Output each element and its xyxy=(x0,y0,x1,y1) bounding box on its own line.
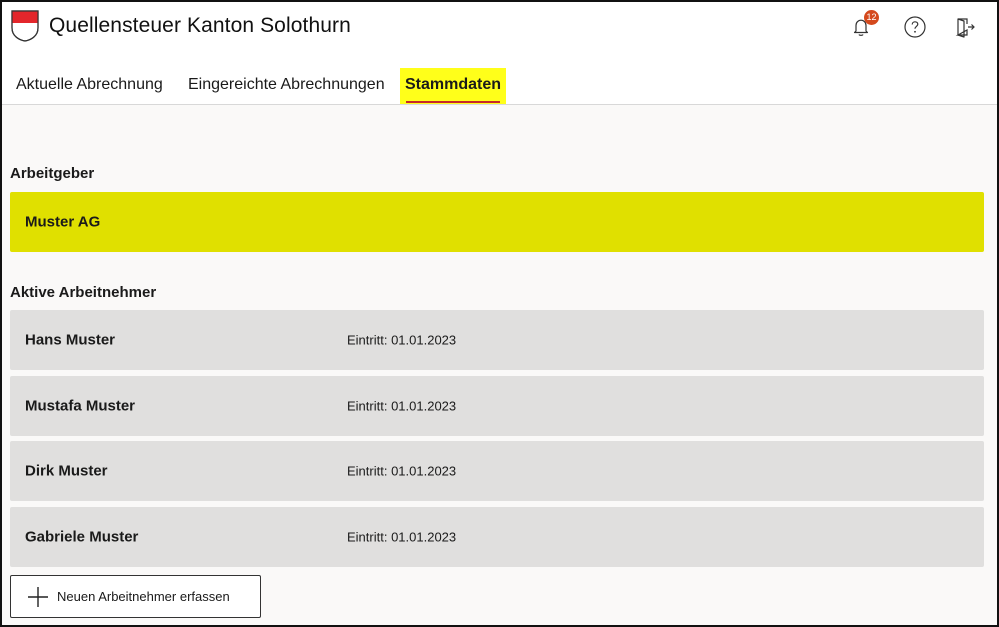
tab-aktuelle-abrechnung[interactable]: Aktuelle Abrechnung xyxy=(11,68,168,104)
notifications-button[interactable]: 12 xyxy=(848,10,879,40)
tab-eingereichte-abrechnungen[interactable]: Eingereichte Abrechnungen xyxy=(183,68,390,104)
app-header: Quellensteuer Kanton Solothurn 12 Aktuel… xyxy=(2,2,997,105)
app-window: Quellensteuer Kanton Solothurn 12 Aktuel… xyxy=(0,0,999,627)
help-button[interactable] xyxy=(902,14,928,40)
employee-entry-date: Eintritt: 01.01.2023 xyxy=(347,398,457,414)
employee-card[interactable]: Mustafa Muster Eintritt: 01.01.2023 xyxy=(10,376,984,436)
employee-name: Hans Muster xyxy=(25,331,116,349)
help-icon xyxy=(904,16,926,38)
active-tab-indicator xyxy=(406,101,501,103)
tab-stammdaten[interactable]: Stammdaten xyxy=(400,68,507,104)
employee-card[interactable]: Gabriele Muster Eintritt: 01.01.2023 xyxy=(10,507,984,567)
add-employee-button[interactable]: Neuen Arbeitnehmer erfassen xyxy=(10,575,261,618)
app-title: Quellensteuer Kanton Solothurn xyxy=(49,14,351,37)
employee-entry-date: Eintritt: 01.01.2023 xyxy=(347,332,457,348)
employee-card[interactable]: Dirk Muster Eintritt: 01.01.2023 xyxy=(10,441,984,501)
notification-badge: 12 xyxy=(864,10,879,25)
logout-icon xyxy=(955,18,975,38)
employee-name: Mustafa Muster xyxy=(25,397,136,415)
logout-button[interactable] xyxy=(952,14,978,40)
tab-stammdaten-label: Stammdaten xyxy=(405,76,502,93)
crest-icon xyxy=(11,10,39,42)
employee-entry-date: Eintritt: 01.01.2023 xyxy=(347,529,457,545)
add-employee-label: Neuen Arbeitnehmer erfassen xyxy=(57,589,230,604)
employee-card[interactable]: Hans Muster Eintritt: 01.01.2023 xyxy=(10,310,984,370)
employee-name: Gabriele Muster xyxy=(25,528,139,546)
employer-section-title: Arbeitgeber xyxy=(10,165,95,182)
plus-icon xyxy=(28,586,48,607)
employee-name: Dirk Muster xyxy=(25,462,108,480)
employer-name: Muster AG xyxy=(25,213,101,231)
employees-section-title: Aktive Arbeitnehmer xyxy=(10,284,157,301)
employee-entry-date: Eintritt: 01.01.2023 xyxy=(347,463,457,479)
employer-card[interactable]: Muster AG xyxy=(10,192,984,252)
